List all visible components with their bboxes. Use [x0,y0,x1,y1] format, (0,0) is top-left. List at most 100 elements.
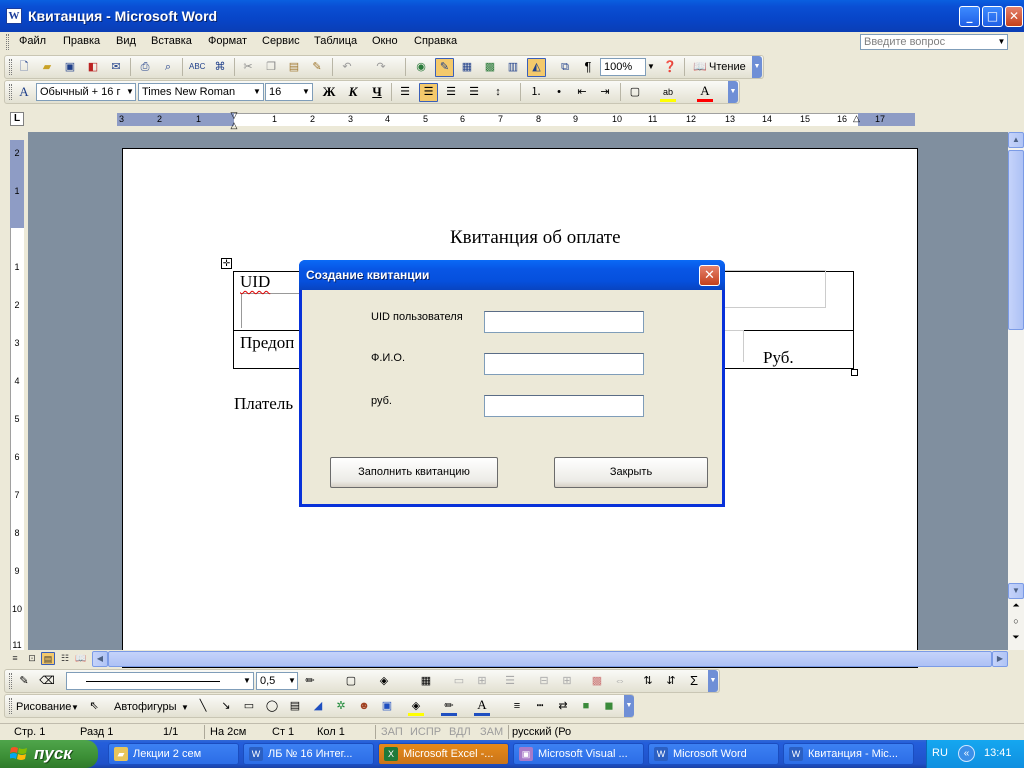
rectangle-tool-icon[interactable]: ▭ [241,698,257,714]
rub-input[interactable] [484,395,644,417]
indent-marker-icon[interactable]: ▽ △ [229,110,239,130]
read-mode-button[interactable]: Чтение [709,61,746,73]
close-dialog-button[interactable]: Закрыть [554,457,708,488]
underline-button[interactable]: Ч [368,83,386,101]
fill-color-icon[interactable]: ◈ [408,698,424,714]
permission-icon[interactable]: ◧ [85,59,101,75]
align-right-icon[interactable]: ☰ [443,84,459,100]
border-color-icon[interactable]: ✏ [302,673,318,689]
merge-cells-icon[interactable]: ▭ [451,673,467,689]
research-icon[interactable]: ⌘ [212,59,228,75]
dialog-close-button[interactable]: ✕ [699,265,720,286]
draw-table-icon[interactable]: ✎ [16,673,32,689]
help-question-input[interactable]: Введите вопрос [860,34,1008,50]
shadow-style-icon[interactable]: ■ [578,698,594,714]
scroll-down-icon[interactable]: ▼ [1008,583,1024,599]
menu-help[interactable]: Справка [414,35,457,47]
open-folder-icon[interactable]: ▰ [39,59,55,75]
insert-table-2-icon[interactable]: ▦ [418,673,434,689]
style-combo[interactable]: Обычный + 16 г [36,83,136,101]
help-dropdown-arrow-icon[interactable]: ▼ [996,35,1007,49]
clock[interactable]: 13:41 [984,747,1012,759]
previous-page-icon[interactable]: ⏶ [1009,600,1023,614]
distribute-columns-icon[interactable]: ⊞ [559,673,575,689]
3d-style-icon[interactable]: ◼ [601,698,617,714]
bold-button[interactable]: Ж [320,83,338,101]
zoom-combo[interactable]: 100% [600,58,646,76]
standard-toolbar-grip[interactable] [9,59,12,75]
taskbar-item[interactable]: X Microsoft Excel -... [378,743,509,765]
decrease-indent-icon[interactable]: ⇤ [574,84,590,100]
text-box-icon[interactable]: ▤ [287,698,303,714]
increase-indent-icon[interactable]: ⇥ [597,84,613,100]
browse-object-icon[interactable]: ○ [1009,616,1023,630]
status-language[interactable]: русский (Ро [512,726,571,738]
sort-descending-icon[interactable]: ⇵ [663,673,679,689]
document-map-icon[interactable]: ⧉ [557,59,573,75]
taskbar-item[interactable]: ▣ Microsoft Visual ... [513,743,644,765]
insert-excel-icon[interactable]: ▩ [482,59,498,75]
help-icon[interactable]: ❓ [662,59,678,75]
arrow-style-icon[interactable]: ⇄ [555,698,571,714]
print-layout-view-icon[interactable]: ▤ [41,652,55,665]
next-page-icon[interactable]: ⏷ [1009,632,1023,646]
toolbar-options-chevron-icon[interactable]: ▼ [752,56,762,78]
drawing-icon[interactable]: ◭ [527,58,546,77]
reading-view-icon[interactable]: 📖 [74,652,88,665]
sort-ascending-icon[interactable]: ⇅ [640,673,656,689]
horizontal-scroll-thumb[interactable] [108,651,992,667]
tables-options-chevron-icon[interactable]: ▼ [708,670,718,692]
taskbar-item[interactable]: W Квитанция - Mic... [783,743,914,765]
status-record-macro[interactable]: ЗАП [381,726,403,738]
borders-icon[interactable]: ▢ [627,84,643,100]
dash-style-icon[interactable]: ┅ [532,698,548,714]
read-icon[interactable]: 📖 [692,59,708,75]
autoshapes-arrow-icon[interactable]: ▼ [181,703,189,712]
font-combo[interactable]: Times New Roman [138,83,264,101]
print-preview-icon[interactable]: ⌕ [160,59,176,75]
drawing-options-chevron-icon[interactable]: ▼ [624,695,634,717]
menu-edit[interactable]: Правка [63,35,100,47]
language-indicator[interactable]: RU [932,747,948,759]
style-dropdown-arrow-icon[interactable]: ▼ [124,84,136,100]
styles-formatting-icon[interactable]: A [16,84,32,100]
menu-view[interactable]: Вид [116,35,136,47]
arrow-tool-icon[interactable]: ↘ [218,698,234,714]
formatting-toolbar-grip[interactable] [9,84,12,100]
table-move-handle-icon[interactable]: ✛ [221,258,232,269]
scroll-right-icon[interactable]: ▶ [992,651,1008,667]
menu-insert[interactable]: Вставка [151,35,192,47]
tab-selector-icon[interactable]: L [10,112,24,126]
bullets-icon[interactable]: • [551,84,567,100]
insert-picture-icon[interactable]: ▣ [379,698,395,714]
outline-view-icon[interactable]: ☷ [58,652,72,665]
autoshapes-menu-button[interactable]: Автофигуры [114,701,177,713]
tables-borders-icon[interactable]: ✎ [435,58,454,77]
outside-border-icon[interactable]: ▢ [343,673,359,689]
status-track-changes[interactable]: ИСПР [410,726,441,738]
draw-menu-arrow-icon[interactable]: ▼ [71,703,79,712]
select-objects-icon[interactable]: ⇖ [86,698,102,714]
format-options-chevron-icon[interactable]: ▼ [728,81,738,103]
line-weight-dropdown-arrow-icon[interactable]: ▼ [286,673,298,689]
eraser-icon[interactable]: ⌫ [39,673,55,689]
close-window-button[interactable]: ✕ [1005,6,1023,27]
menu-window[interactable]: Окно [372,35,398,47]
table-resize-handle-icon[interactable] [851,369,858,376]
align-center-icon[interactable]: ☰ [419,83,438,102]
fio-input[interactable] [484,353,644,375]
numbering-icon[interactable]: ⒈ [528,84,544,100]
justify-icon[interactable]: ☰ [466,84,482,100]
cut-icon[interactable]: ✂ [240,59,256,75]
save-icon[interactable]: ▣ [62,59,78,75]
word-app-icon[interactable]: W [6,8,22,24]
font-size-dropdown-arrow-icon[interactable]: ▼ [300,84,312,100]
minimize-button[interactable]: _ [959,6,980,27]
menu-file[interactable]: Файл [19,35,46,47]
draw-font-color-icon[interactable]: A [474,697,490,713]
oval-tool-icon[interactable]: ◯ [264,698,280,714]
new-document-icon[interactable]: 🗋 [16,59,32,75]
line-style-icon[interactable]: ≡ [509,698,525,714]
drawing-toolbar-grip[interactable] [9,698,12,714]
wordart-icon[interactable]: ◢ [310,698,326,714]
